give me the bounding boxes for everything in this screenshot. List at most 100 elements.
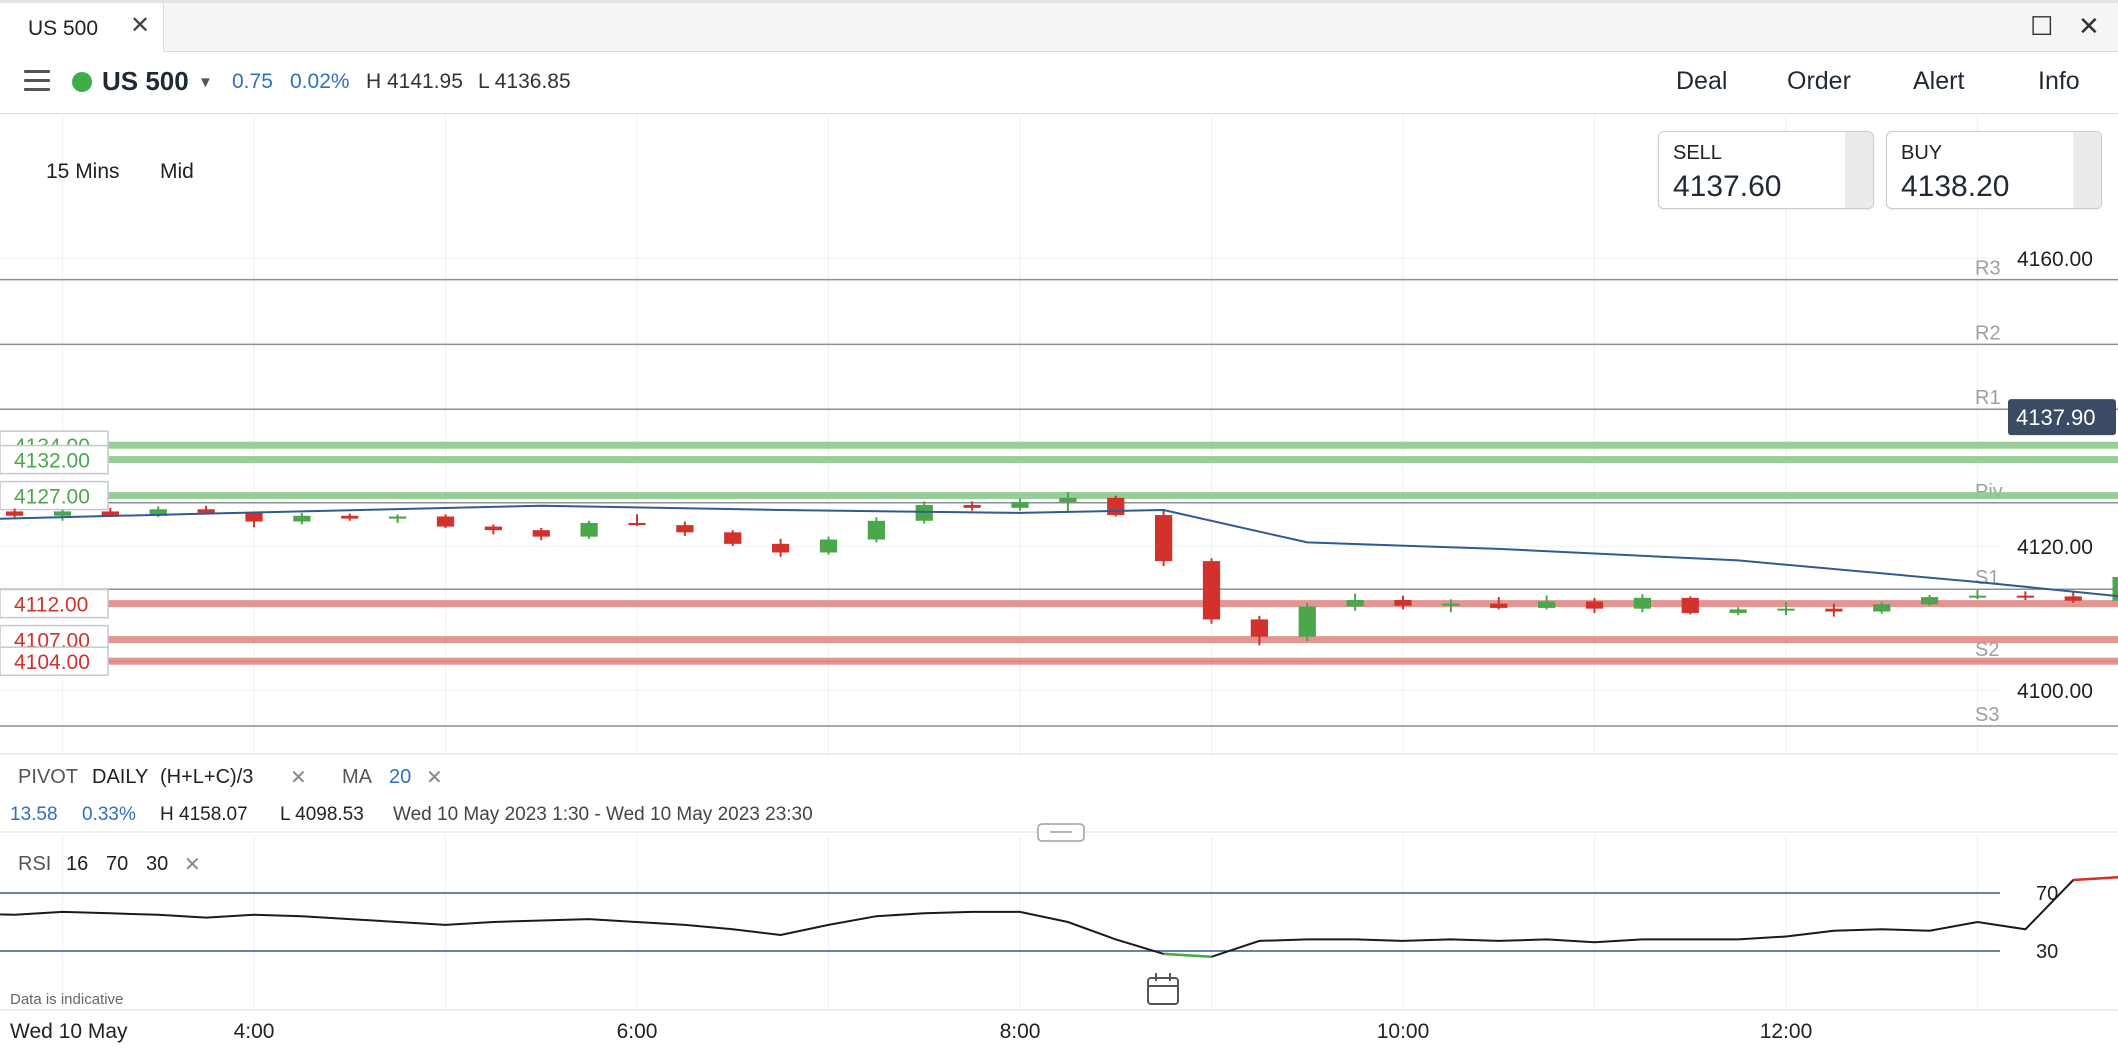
date-label: Wed 10 May bbox=[10, 1020, 128, 1043]
remove-pivot-icon[interactable]: ✕ bbox=[290, 767, 307, 789]
order-level-line[interactable] bbox=[0, 636, 2118, 644]
ma-period[interactable]: 20 bbox=[389, 766, 411, 788]
pivot-label-s1: S1 bbox=[1975, 567, 1999, 589]
order-level-line[interactable] bbox=[0, 657, 2118, 665]
rsi-pane: RSI 16 70 30 ✕ 70 30 bbox=[0, 853, 2118, 963]
candle-down[interactable] bbox=[197, 509, 215, 513]
order-level-label: 4132.00 bbox=[14, 450, 90, 473]
buy-label: BUY bbox=[1901, 142, 1943, 164]
candle-down[interactable] bbox=[1202, 561, 1221, 620]
rsi-overbought-segment bbox=[2073, 875, 2118, 882]
candle-down[interactable] bbox=[676, 525, 694, 533]
candle-down[interactable] bbox=[2016, 595, 2034, 598]
order-level-line[interactable] bbox=[0, 441, 2118, 449]
candle-up[interactable] bbox=[1729, 609, 1747, 613]
calendar-icon-body bbox=[1147, 977, 1179, 1005]
candle-up[interactable] bbox=[1968, 595, 1987, 598]
buy-quote-button[interactable]: BUY 4138.20 bbox=[1886, 131, 2102, 209]
rsi-period[interactable]: 16 bbox=[66, 853, 88, 875]
candle-down[interactable] bbox=[436, 516, 455, 527]
order-level-label: 4127.00 bbox=[14, 486, 90, 509]
range-high: H 4158.07 bbox=[160, 804, 248, 825]
candle-down[interactable] bbox=[484, 526, 502, 531]
pivot-levels: R3R2R1PivS1S2S3 bbox=[0, 258, 2118, 727]
candle-up[interactable] bbox=[1298, 606, 1316, 637]
sell-quote-strip bbox=[1845, 132, 1873, 208]
order-level-label: 4104.00 bbox=[14, 651, 90, 674]
interval-selector[interactable]: 15 Mins bbox=[46, 160, 120, 184]
candle-down[interactable] bbox=[1681, 597, 1699, 613]
candle-up[interactable] bbox=[1777, 608, 1795, 611]
candlestick-series bbox=[6, 492, 2118, 646]
candle-up[interactable] bbox=[1059, 497, 1077, 503]
chart-grid bbox=[0, 115, 2000, 1010]
rsi-upper[interactable]: 70 bbox=[106, 853, 128, 875]
sell-price: 4137.60 bbox=[1673, 170, 1782, 203]
time-axis-tick: 12:00 bbox=[1760, 1020, 1813, 1043]
calendar-icon[interactable] bbox=[1147, 973, 1179, 1005]
candle-up[interactable] bbox=[2112, 576, 2118, 601]
candle-up[interactable] bbox=[389, 516, 407, 519]
candle-down[interactable] bbox=[1394, 600, 1412, 606]
candle-up[interactable] bbox=[867, 520, 885, 540]
rsi-level-label: 70 bbox=[2036, 883, 2058, 905]
remove-ma-icon[interactable]: ✕ bbox=[426, 767, 443, 789]
price-axis: 4160.00 4120.00 4100.00 4137.90 bbox=[2008, 248, 2116, 703]
candle-down[interactable] bbox=[245, 512, 263, 522]
candle-up[interactable] bbox=[580, 522, 598, 537]
rsi-lower[interactable]: 30 bbox=[146, 853, 168, 875]
candle-down[interactable] bbox=[2064, 596, 2082, 601]
candle-down[interactable] bbox=[341, 515, 359, 519]
buy-price: 4138.20 bbox=[1901, 170, 2010, 203]
pivot-label-r1: R1 bbox=[1975, 387, 2001, 409]
time-axis-tick: 4:00 bbox=[234, 1020, 275, 1043]
time-axis-tick: 8:00 bbox=[1000, 1020, 1041, 1043]
candle-up[interactable] bbox=[915, 504, 933, 521]
price-axis-tick: 4120.00 bbox=[2017, 536, 2093, 559]
buy-quote-strip bbox=[2073, 132, 2101, 208]
pivot-indicator-name[interactable]: PIVOT bbox=[18, 766, 78, 788]
candle-down[interactable] bbox=[1107, 497, 1125, 516]
candle-up[interactable] bbox=[1538, 601, 1556, 608]
range-low: L 4098.53 bbox=[280, 804, 364, 825]
candle-up[interactable] bbox=[53, 511, 72, 516]
candle-down[interactable] bbox=[1250, 619, 1268, 637]
price-axis-tick: 4160.00 bbox=[2017, 248, 2093, 271]
candle-down[interactable] bbox=[1155, 515, 1173, 562]
order-level-line[interactable] bbox=[0, 600, 2118, 608]
price-type-selector[interactable]: Mid bbox=[160, 160, 194, 184]
range-dates: Wed 10 May 2023 1:30 - Wed 10 May 2023 2… bbox=[393, 804, 813, 825]
candle-up[interactable] bbox=[1633, 597, 1651, 609]
candle-down[interactable] bbox=[628, 522, 646, 526]
candle-down[interactable] bbox=[1585, 601, 1604, 609]
candle-down[interactable] bbox=[6, 511, 24, 516]
candle-up[interactable] bbox=[1921, 597, 1939, 605]
order-level-line[interactable] bbox=[0, 492, 2118, 500]
candle-down[interactable] bbox=[772, 543, 790, 553]
candle-up[interactable] bbox=[1011, 502, 1029, 508]
candle-up[interactable] bbox=[1442, 603, 1460, 606]
pivot-label-s3: S3 bbox=[1975, 704, 1999, 726]
candle-down[interactable] bbox=[1825, 608, 1843, 612]
pivot-label-piv: Piv bbox=[1975, 481, 2003, 503]
range-change-pct: 0.33% bbox=[82, 804, 136, 825]
candle-down[interactable] bbox=[1490, 603, 1508, 608]
candle-down[interactable] bbox=[532, 530, 550, 537]
sell-quote-button[interactable]: SELL 4137.60 bbox=[1658, 131, 1874, 209]
pivot-formula[interactable]: (H+L+C)/3 bbox=[160, 766, 253, 788]
candle-up[interactable] bbox=[819, 539, 838, 553]
ma-indicator-name[interactable]: MA bbox=[342, 766, 373, 788]
candle-down[interactable] bbox=[724, 532, 742, 544]
order-level-label: 4112.00 bbox=[14, 594, 88, 617]
rsi-line bbox=[0, 876, 2118, 958]
candle-up[interactable] bbox=[1346, 600, 1364, 607]
candle-down[interactable] bbox=[963, 504, 981, 508]
candle-up[interactable] bbox=[1873, 604, 1891, 612]
candle-up[interactable] bbox=[293, 515, 311, 522]
rsi-oversold-segment bbox=[1163, 952, 1212, 959]
pivot-label-r3: R3 bbox=[1975, 258, 2001, 280]
order-level-line[interactable] bbox=[0, 456, 2118, 464]
pivot-period[interactable]: DAILY bbox=[92, 766, 148, 788]
remove-rsi-icon[interactable]: ✕ bbox=[184, 854, 201, 876]
rsi-indicator-name[interactable]: RSI bbox=[18, 853, 51, 875]
